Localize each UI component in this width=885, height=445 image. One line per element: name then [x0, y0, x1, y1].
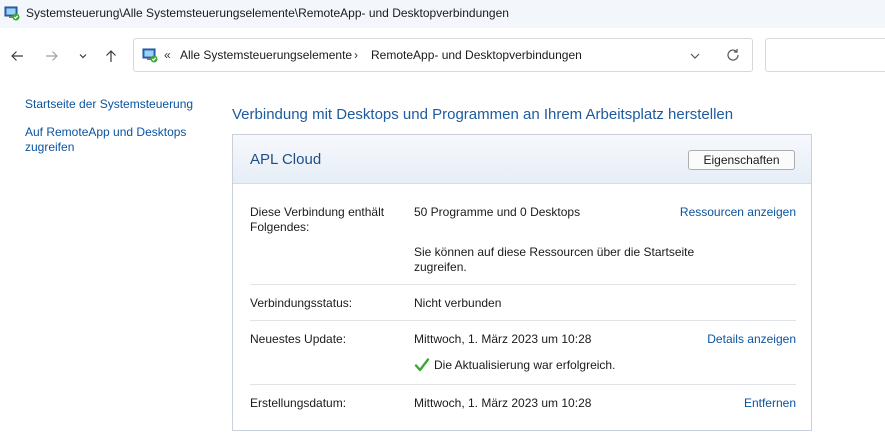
view-details-link[interactable]: Details anzeigen — [707, 332, 796, 347]
update-result-text: Die Aktualisierung war erfolgreich. — [434, 358, 616, 372]
sidebar-link-control-panel-home[interactable]: Startseite der Systemsteuerung — [25, 97, 215, 112]
divider — [250, 384, 796, 385]
address-bar[interactable]: « Alle Systemsteuerungselemente › Remote… — [133, 38, 753, 72]
contents-label: Diese Verbindung enthält Folgendes: — [250, 205, 385, 234]
contents-note: Sie können auf diese Ressourcen über die… — [414, 245, 695, 274]
page-title: Verbindung mit Desktops und Programmen a… — [232, 106, 734, 123]
title-bar: Systemsteuerung\Alle Systemsteuerungsele… — [0, 0, 885, 28]
status-value: Nicht verbunden — [414, 296, 502, 310]
window-title: Systemsteuerung\Alle Systemsteuerungsele… — [26, 6, 509, 20]
connection-name: APL Cloud — [250, 151, 322, 168]
refresh-icon[interactable] — [725, 47, 741, 63]
navigation-bar: « Alle Systemsteuerungselemente › Remote… — [0, 28, 885, 82]
remoteapp-icon — [4, 6, 20, 21]
up-button[interactable] — [100, 45, 122, 67]
forward-button[interactable] — [41, 45, 63, 67]
arrow-up-icon — [106, 50, 116, 62]
status-label: Verbindungsstatus: — [250, 296, 353, 310]
update-value: Mittwoch, 1. März 2023 um 10:28 — [414, 332, 592, 346]
breadcrumb-overflow[interactable]: « — [164, 48, 171, 62]
connection-panel-header: APL Cloud Eigenschaften — [233, 135, 811, 184]
sidebar-link-access-remoteapp[interactable]: Auf RemoteApp und Desktops zugreifen — [25, 125, 200, 155]
connection-panel: APL Cloud Eigenschaften Diese Verbindung… — [232, 134, 812, 431]
update-label: Neuestes Update: — [250, 332, 347, 346]
remoteapp-icon — [142, 48, 158, 63]
arrow-right-icon — [46, 51, 58, 61]
recent-locations-button[interactable] — [72, 45, 94, 67]
properties-button[interactable]: Eigenschaften — [688, 150, 795, 170]
created-label: Erstellungsdatum: — [250, 396, 347, 410]
breadcrumb-separator[interactable]: › — [354, 48, 358, 62]
contents-value: 50 Programme und 0 Desktops — [414, 205, 581, 219]
breadcrumb-remoteapp[interactable]: RemoteApp- und Desktopverbindungen — [371, 48, 582, 62]
divider — [250, 284, 796, 285]
chevron-down-icon[interactable] — [687, 48, 703, 64]
sidebar: Startseite der Systemsteuerung Auf Remot… — [25, 97, 215, 168]
breadcrumb-all-control-panel-items[interactable]: Alle Systemsteuerungselemente — [180, 48, 352, 62]
view-resources-link[interactable]: Ressourcen anzeigen — [680, 205, 796, 220]
update-result: Die Aktualisierung war erfolgreich. — [414, 357, 615, 373]
back-button[interactable] — [6, 45, 28, 67]
checkmark-icon — [414, 358, 430, 372]
divider — [250, 320, 796, 321]
chevron-down-icon — [79, 54, 87, 59]
created-value: Mittwoch, 1. März 2023 um 10:28 — [414, 396, 592, 410]
arrow-left-icon — [11, 51, 23, 61]
search-input[interactable] — [765, 38, 885, 72]
remove-link[interactable]: Entfernen — [744, 396, 796, 411]
